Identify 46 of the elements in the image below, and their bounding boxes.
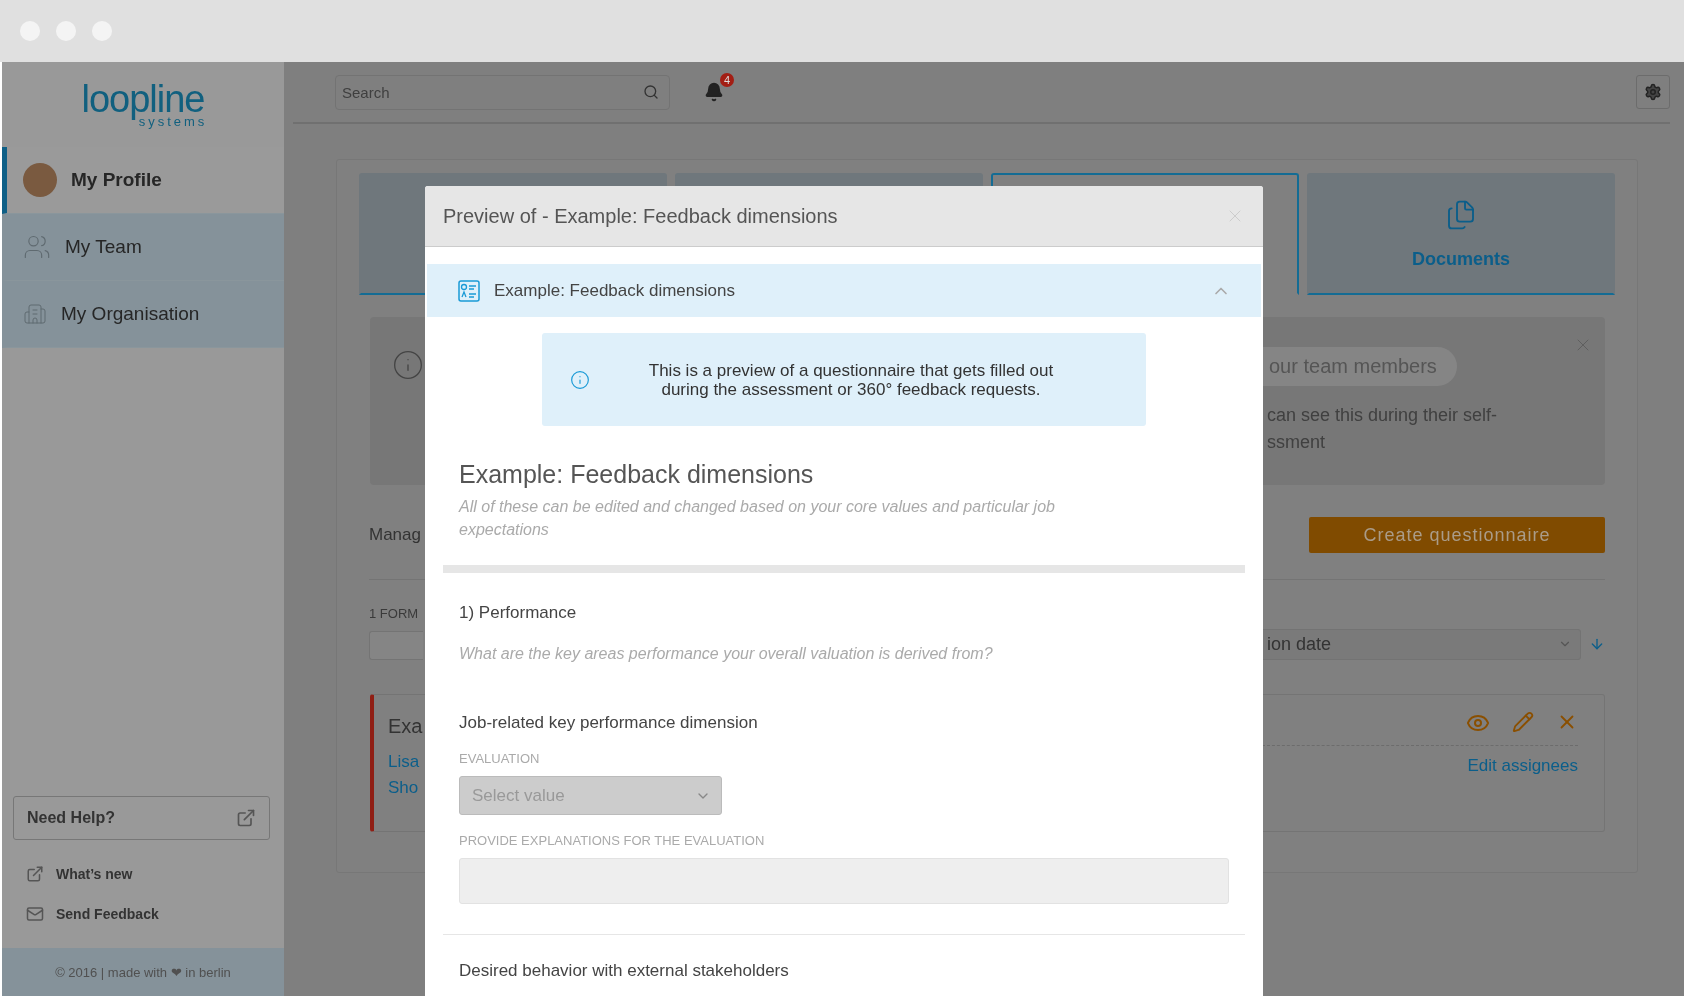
nav-item[interactable]: My Profile bbox=[2, 147, 284, 214]
form-count: 1 FORM bbox=[369, 606, 420, 621]
gear-icon bbox=[1644, 83, 1662, 101]
notification-badge: 4 bbox=[719, 73, 734, 87]
section-title: Manag bbox=[369, 525, 422, 545]
mail-icon bbox=[26, 905, 44, 923]
form-title: Exa bbox=[388, 715, 424, 739]
help-button[interactable]: Need Help? bbox=[13, 796, 270, 840]
nav-item[interactable]: My Team bbox=[2, 214, 284, 281]
nav-item[interactable]: My Organisation bbox=[2, 281, 284, 348]
info-icon bbox=[570, 369, 590, 390]
section-question: What are the key areas performance your overall valuation is derived from? bbox=[459, 645, 994, 663]
pencil-icon[interactable] bbox=[1512, 711, 1534, 733]
bell-icon[interactable] bbox=[704, 82, 724, 102]
field-label: PROVIDE EXPLANATIONS FOR THE EVALUATION bbox=[459, 833, 766, 848]
questionnaire-subtitle: All of these can be edited and changed based on your core values and particular job expectations bbox=[459, 497, 1056, 540]
documents-icon bbox=[1445, 198, 1477, 231]
item-title: Job-related key performance dimension bbox=[459, 713, 759, 733]
building-icon bbox=[23, 302, 47, 326]
external-link-icon bbox=[26, 865, 44, 883]
link[interactable]: Lisa bbox=[388, 749, 426, 775]
footer-text: © 2016 | made with ❤ in berlin bbox=[2, 948, 284, 996]
questionnaire-heading: Example: Feedback dimensions bbox=[459, 460, 815, 489]
search-field[interactable]: Search bbox=[335, 74, 670, 110]
alert-text: This is a preview of a questionnaire that gets filled out during the assessment or 360° feedback requests. bbox=[647, 360, 1055, 399]
explanation-field[interactable] bbox=[459, 858, 1229, 904]
section-title: 1) Performance bbox=[459, 603, 578, 623]
item-title: Desired behavior with external stakeholders bbox=[459, 961, 790, 981]
field-label: EVALUATION bbox=[459, 751, 541, 766]
dialog-title: Preview of - Example: Feedback dimensions bbox=[443, 204, 838, 228]
external-link-icon bbox=[236, 808, 256, 828]
sidebar-link[interactable]: Send Feedback bbox=[2, 894, 284, 934]
avatar bbox=[23, 163, 57, 197]
sidebar-link[interactable]: What’s new bbox=[2, 854, 284, 894]
questionnaire-icon bbox=[458, 279, 480, 302]
accordion-header[interactable]: Example: Feedback dimensions bbox=[427, 264, 1261, 317]
info-icon bbox=[392, 349, 424, 381]
settings-button[interactable] bbox=[1636, 75, 1670, 109]
tab[interactable]: Documents bbox=[1307, 173, 1615, 295]
team-icon bbox=[23, 233, 51, 261]
search-icon bbox=[643, 84, 659, 100]
edit-assignees-link[interactable]: Edit assignees bbox=[1467, 756, 1578, 776]
link[interactable]: Sho bbox=[388, 775, 426, 801]
create-questionnaire-button[interactable]: Create questionnaire bbox=[1309, 517, 1605, 553]
logo: loopline systems bbox=[80, 76, 209, 131]
sort-select[interactable]: ion date bbox=[1263, 628, 1581, 660]
